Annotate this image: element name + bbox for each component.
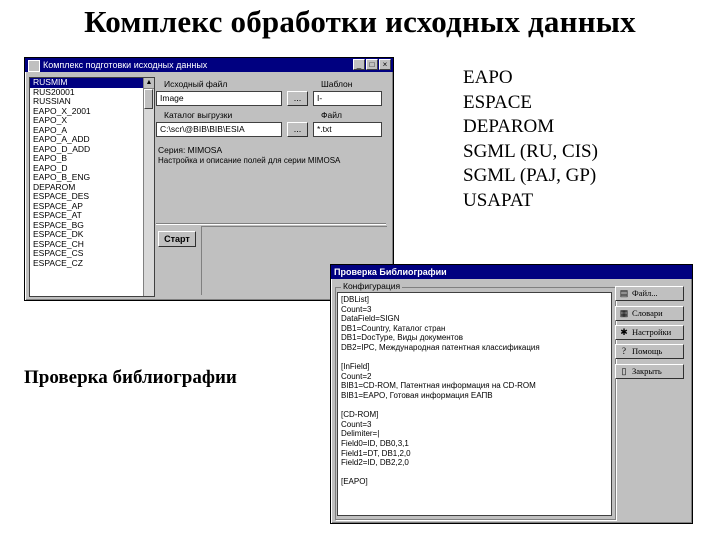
scroll-thumb[interactable] [144,89,153,109]
config-line: Field1=DT, DB1,2,0 [341,448,411,458]
side-button-2[interactable]: ✱ Настройки [615,325,684,340]
template-label: Шаблон [321,79,353,89]
config-line: [DBList] [341,295,370,304]
series-items: RUSMIM RUS20001 RUSSIAN EAPO_X_2001 EAPO_X EA… [30,78,154,268]
scroll-up-icon[interactable]: ▲ [144,78,154,89]
list-item[interactable]: ESPACE_CZ [30,258,154,269]
side-button-3[interactable]: ? Помощь [615,344,684,359]
config-line: Delimiter=| [341,429,380,439]
format-item: SGML (RU, CIS) [463,140,598,162]
maximize-button[interactable]: □ [366,59,378,70]
config-line [338,401,611,411]
config-line: DB1=Country, Каталог стран [341,323,446,333]
output-file-label: Файл [321,110,342,120]
output-dir-label: Каталог выгрузки [164,110,233,120]
list-scrollbar[interactable]: ▲ [143,78,154,296]
format-item: ESPACE [463,91,532,113]
config-line: [InField] [341,362,370,372]
config-line: BIB1=CD-ROM, Патентная информация на CD-… [341,381,536,391]
format-item: EAPO [463,67,513,88]
caption: Проверка библиографии [24,367,237,388]
template-input[interactable]: I- [313,91,382,106]
side-button-0[interactable]: ▤ Файл... [615,286,684,301]
side-button-label: Файл... [632,288,658,298]
config-line: [CD-ROM] [341,410,379,420]
output-dir-input[interactable]: C:\scr\@BIB\BIB\ESIA [156,122,282,137]
config-line: DB2=IPC, Международная патентная классиф… [341,342,540,352]
settings-icon: ✱ [620,327,628,337]
format-item: DEPAROM [463,116,555,137]
data-series-list[interactable]: RUSMIM RUS20001 RUSSIAN EAPO_X_2001 EAPO_X EA… [29,77,155,297]
config-line: DataField=SIGN [341,314,400,324]
window-controls: _ □ × [353,59,391,70]
source-browse-button[interactable]: ... [287,91,308,106]
source-file-input[interactable]: Image [156,91,282,106]
config-line: Count=3 [341,419,372,429]
side-button-label: Словари [632,308,663,318]
side-button-4[interactable]: ▯ Закрыть [615,364,684,379]
config-lines: [DBList] Count=3 DataField=SIGN DB1=Country… [338,295,611,487]
help-icon: ? [622,346,626,356]
window-titlebar: Комплекс подготовки исходных данных _ □ … [25,58,393,72]
output-file-input[interactable]: *.txt [313,122,382,137]
config-text[interactable]: [DBList] Count=3 DataField=SIGN DB1=Country… [337,292,612,516]
side-button-label: Закрыть [632,366,662,376]
app-icon [28,60,40,72]
start-button[interactable]: Старт [158,231,196,247]
series-description: Настройка и описание полей для серии MIM… [158,156,341,165]
close-button[interactable]: × [379,59,391,70]
config-line [338,468,611,478]
config-group-label: Конфигурация [341,281,403,291]
window-title: Комплекс подготовки исходных данных [43,60,208,70]
minimize-button[interactable]: _ [353,59,365,70]
config-line [338,353,611,363]
side-button-1[interactable]: ▦ Словари [615,306,684,321]
config-line: Field0=ID, DB0,3,1 [341,438,409,448]
window2-titlebar: Проверка Библиографии [331,265,692,279]
config-line: BIB1=EAPO, Готовая информация ЕАПВ [341,390,493,400]
divider [156,223,386,225]
series-info: Серия: MIMOSA [158,145,223,155]
config-line: Count=3 [341,304,372,314]
format-list: EAPO ESPACE DEPAROM SGML (RU, CIS) SGML (PAJ… [463,66,598,213]
format-item: SGML (PAJ, GP) [463,165,597,186]
source-file-label: Исходный файл [164,79,228,89]
format-item: USAPAT [463,189,534,211]
dictionary-icon: ▦ [619,308,629,318]
slide-title: Комплекс обработки исходных данных [84,4,636,39]
door-icon: ▯ [621,366,627,376]
config-line: DB1=DocType, Виды документов [341,333,463,343]
config-line: [EAPO] [341,477,368,487]
folder-icon: ▤ [619,288,629,298]
bibliography-check-window: Проверка Библиографии Конфигурация [DBLi… [330,264,693,524]
config-line: Count=2 [341,371,372,381]
side-button-label: Настройки [632,327,672,337]
output-browse-button[interactable]: ... [287,122,308,137]
side-button-label: Помощь [632,346,663,356]
window2-title: Проверка Библиографии [334,267,447,277]
config-line: Field2=ID, DB2,2,0 [341,458,409,468]
